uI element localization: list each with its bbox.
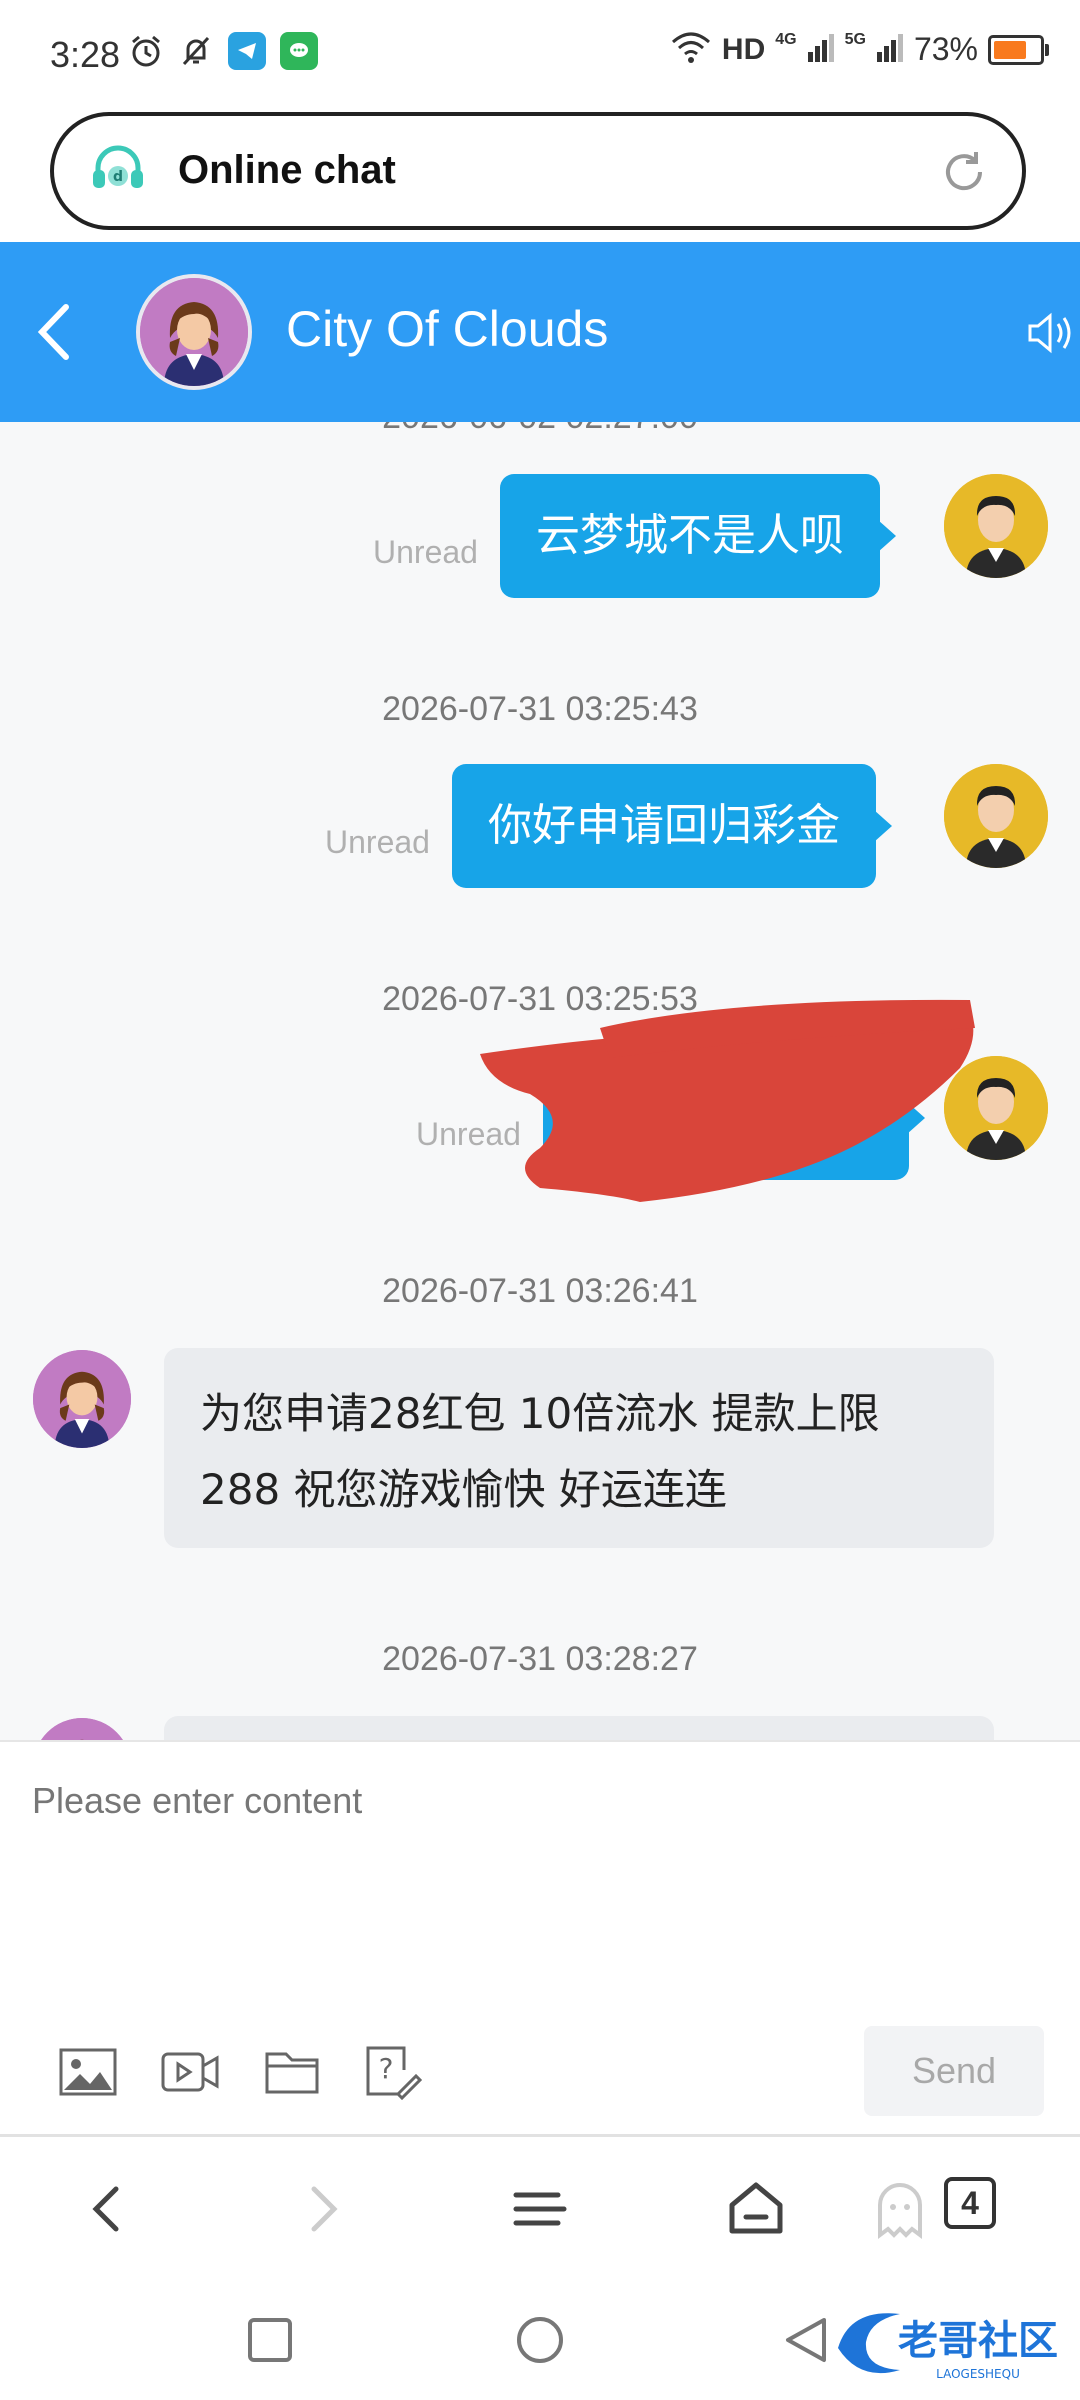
folder-icon[interactable] [262,2044,322,2100]
status-system-icons: HD 4G 5G 73% [670,30,1049,69]
signal-icon [807,32,835,67]
svg-text:老哥社区: 老哥社区 [898,2318,1058,2364]
incoming-message-line: 288 祝您游戏愉快 好运连连 [200,1465,727,1514]
recent-apps-icon[interactable] [244,2314,296,2366]
message-app-icon [280,32,318,70]
outgoing-message[interactable]: 云梦城不是人呗 [500,474,896,598]
incoming-message-partial[interactable] [164,1716,994,1740]
incoming-message-line: 为您申请28红包 10倍流水 提款上限 [200,1389,880,1438]
user-avatar [944,474,1048,578]
hd-indicator: HD [721,32,766,66]
send-button[interactable]: Send [864,2026,1044,2116]
user-avatar [944,764,1048,868]
browser-forward-icon[interactable] [290,2177,354,2241]
signal-icon-2 [876,32,904,67]
svg-text:d: d [113,169,123,185]
reload-icon[interactable] [938,146,990,198]
outgoing-message[interactable]: 你好申请回归彩金 [452,764,892,888]
battery-percent: 73% [913,31,978,67]
chat-header: City Of Clouds [0,242,1080,422]
wifi-icon [670,30,712,69]
browser-toolbar: 4 [0,2134,1080,2281]
battery-icon [988,34,1049,65]
network-4g-label: 4G [775,30,797,48]
unread-status: Unread [373,534,478,570]
headset-chat-icon: d [88,140,148,200]
agent-avatar [33,1718,131,1740]
system-back-icon[interactable] [780,2314,832,2366]
watermark-logo: 老哥社区 LAOGESHEQU [838,2313,1058,2381]
status-time: 3:28 [50,34,121,75]
status-notification-icons [128,32,318,70]
svg-text:?: ? [379,2052,394,2085]
home-icon[interactable] [724,2177,788,2241]
mute-bell-icon [178,33,214,69]
unread-status: Unread [325,824,430,860]
incoming-message[interactable]: 为您申请28红包 10倍流水 提款上限 288 祝您游戏愉快 好运连连 [164,1348,994,1548]
message-timestamp: 2026-07-31 03:26:41 [382,1272,698,1310]
incognito-ghost-icon[interactable] [868,2177,932,2241]
svg-text:LAOGESHEQU: LAOGESHEQU [936,2367,1020,2381]
page-title: Online chat [178,148,396,192]
home-circle-icon[interactable] [514,2314,566,2366]
alarm-icon [128,33,164,69]
red-scribble-redaction [480,999,975,1202]
telegram-icon [228,32,266,70]
status-bar: 3:28 HD 4G 5G 73% [0,0,1080,110]
network-5g-label: 5G [844,30,866,48]
chat-title: City Of Clouds [286,301,609,357]
agent-avatar [33,1350,131,1448]
browser-back-icon[interactable] [76,2177,140,2241]
message-timestamp: 2026-06-02 02:27:00 [0,422,1080,437]
message-timestamp: 2026-07-31 03:25:43 [382,690,698,728]
speaker-icon[interactable] [1026,308,1076,358]
message-timestamp: 2026-07-31 03:28:27 [382,1640,698,1678]
question-edit-icon[interactable]: ? [362,2044,423,2101]
chat-messages[interactable]: 2026-06-02 02:27:00 Unread 云梦城不是人呗 2026-… [0,422,1080,1740]
menu-icon[interactable] [508,2177,572,2241]
message-input[interactable] [30,1770,1034,1832]
back-icon[interactable] [28,297,78,367]
message-composer: ? Send [0,1740,1080,2136]
tab-count-button[interactable]: 4 [944,2177,996,2229]
video-upload-icon[interactable] [160,2044,220,2100]
browser-title-bar[interactable]: d Online chat [50,112,1026,230]
agent-avatar [136,274,252,390]
system-navigation-bar: 老哥社区 LAOGESHEQU [0,2278,1080,2400]
image-upload-icon[interactable] [58,2044,118,2100]
